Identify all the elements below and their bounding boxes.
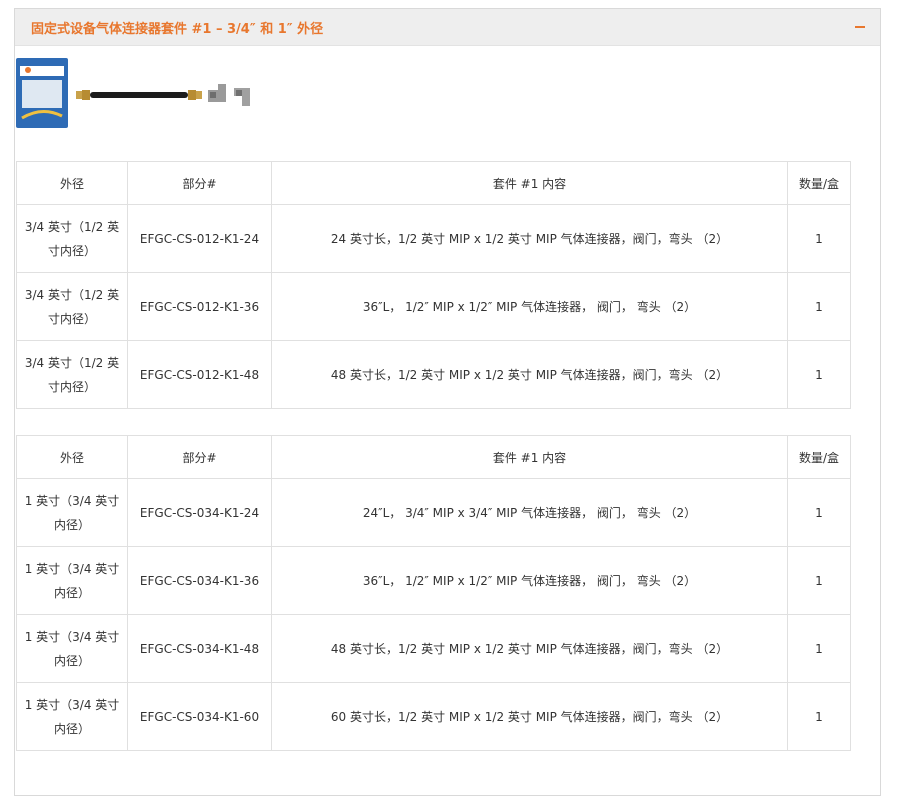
- cell-part: EFGC-CS-012-K1-48: [127, 340, 272, 409]
- cell-contents: 24 英寸长，1/2 英寸 MIP x 1/2 英寸 MIP 气体连接器，阀门，…: [271, 204, 788, 273]
- table-row: 1 英寸（3/4 英寸内径） EFGC-CS-034-K1-36 36″L， 1…: [16, 546, 851, 615]
- cell-od: 3/4 英寸（1/2 英寸内径）: [16, 204, 128, 273]
- table-row: 3/4 英寸（1/2 英寸内径） EFGC-CS-012-K1-24 24 英寸…: [16, 204, 851, 273]
- cell-od: 1 英寸（3/4 英寸内径）: [16, 546, 128, 615]
- column-header-qty: 数量/盒: [787, 435, 851, 479]
- cell-qty: 1: [787, 204, 851, 273]
- kit-table-3-4-inch: 外径 部分# 套件 #1 内容 数量/盒 3/4 英寸（1/2 英寸内径） EF…: [16, 161, 851, 409]
- cell-qty: 1: [787, 546, 851, 615]
- cell-od: 3/4 英寸（1/2 英寸内径）: [16, 340, 128, 409]
- cell-contents: 36″L， 1/2″ MIP x 1/2″ MIP 气体连接器， 阀门， 弯头 …: [271, 272, 788, 341]
- cell-part: EFGC-CS-034-K1-48: [127, 614, 272, 683]
- cell-qty: 1: [787, 682, 851, 751]
- column-header-part: 部分#: [127, 435, 272, 479]
- column-header-od: 外径: [16, 161, 128, 205]
- accordion-header[interactable]: 固定式设备气体连接器套件 #1 – 3/4″ 和 1″ 外径: [15, 9, 880, 46]
- cell-contents: 24″L， 3/4″ MIP x 3/4″ MIP 气体连接器， 阀门， 弯头 …: [271, 478, 788, 547]
- column-header-contents: 套件 #1 内容: [271, 435, 788, 479]
- cell-part: EFGC-CS-012-K1-36: [127, 272, 272, 341]
- table-header-row: 外径 部分# 套件 #1 内容 数量/盒: [16, 435, 851, 479]
- table-row: 1 英寸（3/4 英寸内径） EFGC-CS-034-K1-48 48 英寸长，…: [16, 614, 851, 683]
- column-header-contents: 套件 #1 内容: [271, 161, 788, 205]
- cell-part: EFGC-CS-034-K1-36: [127, 546, 272, 615]
- cell-contents: 60 英寸长，1/2 英寸 MIP x 1/2 英寸 MIP 气体连接器，阀门，…: [271, 682, 788, 751]
- panel-title: 固定式设备气体连接器套件 #1 – 3/4″ 和 1″ 外径: [31, 22, 324, 37]
- cell-qty: 1: [787, 340, 851, 409]
- cell-contents: 36″L， 1/2″ MIP x 1/2″ MIP 气体连接器， 阀门， 弯头 …: [271, 546, 788, 615]
- table-row: 1 英寸（3/4 英寸内径） EFGC-CS-034-K1-24 24″L， 3…: [16, 478, 851, 547]
- cell-od: 1 英寸（3/4 英寸内径）: [16, 478, 128, 547]
- cell-od: 1 英寸（3/4 英寸内径）: [16, 682, 128, 751]
- cell-od: 1 英寸（3/4 英寸内径）: [16, 614, 128, 683]
- cell-qty: 1: [787, 478, 851, 547]
- minus-icon[interactable]: [855, 26, 865, 28]
- cell-part: EFGC-CS-034-K1-60: [127, 682, 272, 751]
- cell-od: 3/4 英寸（1/2 英寸内径）: [16, 272, 128, 341]
- cell-contents: 48 英寸长，1/2 英寸 MIP x 1/2 英寸 MIP 气体连接器，阀门，…: [271, 340, 788, 409]
- cell-contents: 48 英寸长，1/2 英寸 MIP x 1/2 英寸 MIP 气体连接器，阀门，…: [271, 614, 788, 683]
- cell-part: EFGC-CS-034-K1-24: [127, 478, 272, 547]
- product-image: [16, 58, 250, 128]
- cell-qty: 1: [787, 614, 851, 683]
- column-header-qty: 数量/盒: [787, 161, 851, 205]
- column-header-od: 外径: [16, 435, 128, 479]
- cell-qty: 1: [787, 272, 851, 341]
- table-row: 3/4 英寸（1/2 英寸内径） EFGC-CS-012-K1-36 36″L，…: [16, 272, 851, 341]
- table-row: 3/4 英寸（1/2 英寸内径） EFGC-CS-012-K1-48 48 英寸…: [16, 340, 851, 409]
- column-header-part: 部分#: [127, 161, 272, 205]
- table-row: 1 英寸（3/4 英寸内径） EFGC-CS-034-K1-60 60 英寸长，…: [16, 682, 851, 751]
- table-header-row: 外径 部分# 套件 #1 内容 数量/盒: [16, 161, 851, 205]
- kit-table-1-inch: 外径 部分# 套件 #1 内容 数量/盒 1 英寸（3/4 英寸内径） EFGC…: [16, 435, 851, 751]
- cell-part: EFGC-CS-012-K1-24: [127, 204, 272, 273]
